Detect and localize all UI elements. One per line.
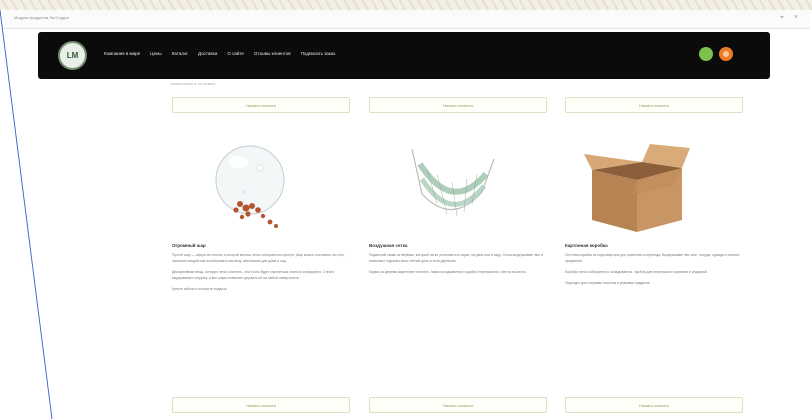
card-paragraph: Пустой шар — сфера из стекла, в которой …: [172, 253, 345, 263]
card-paragraph: Каркас из дерева закрепляет полотно, гам…: [369, 270, 527, 274]
card-button[interactable]: Нажать клиента: [172, 397, 350, 413]
nav-item[interactable]: Каталог: [172, 51, 188, 56]
glass-sphere-image: [215, 145, 285, 228]
top-decorative-strip: [0, 0, 812, 10]
orange-user-icon[interactable]: [719, 47, 733, 61]
cardboard-box-image: [584, 144, 690, 232]
card-description: Подвесной гамак из верёвки, который легк…: [369, 252, 549, 280]
card-button[interactable]: Нажать клиента: [369, 97, 547, 113]
card-paragraph: Подвесной гамак из верёвки, который легк…: [369, 253, 543, 263]
browser-title: Модуль продуктов Ли-Студио: [14, 15, 69, 20]
hammock-image: [411, 148, 495, 217]
site-logo[interactable]: LM: [58, 41, 87, 70]
card-description: Пустой шар — сфера из стекла, в которой …: [172, 252, 352, 297]
nav-item[interactable]: Цены: [150, 51, 162, 56]
card-button[interactable]: Нажать клиента: [565, 97, 743, 113]
nav-item[interactable]: Отзывы клиентов: [254, 51, 291, 56]
card-paragraph: Плотная коробка из гофрокартона для хран…: [565, 253, 740, 263]
nav-item[interactable]: Компания в мире: [104, 51, 140, 56]
nav-item[interactable]: Подписать заказ: [301, 51, 336, 56]
browser-title-bar: Модуль продуктов Ли-Студио ⌖ ×: [4, 10, 810, 29]
card-title: Картонная коробка: [565, 243, 608, 248]
logo-text: LM: [66, 51, 79, 60]
cutoff-text: можно клиент в тот момент.: [171, 82, 217, 86]
card-title: Огромный шар: [172, 243, 206, 248]
card-paragraph: Подходит для отправки посылок и упаковки…: [565, 281, 651, 285]
green-status-icon[interactable]: [699, 47, 713, 61]
card-title: Воздушная сетка: [369, 243, 408, 248]
main-navbar: LM Компания в мире Цены Каталог Доставка…: [38, 32, 770, 79]
card-description: Плотная коробка из гофрокартона для хран…: [565, 252, 745, 291]
card-paragraph: Купите сейчас и получите подарок.: [172, 287, 228, 291]
card-paragraph: Коробка легко собирается и складывается.…: [565, 270, 708, 274]
nav-item[interactable]: О сайте: [227, 51, 244, 56]
pin-icon[interactable]: ⌖: [780, 13, 784, 23]
nav-menu: Компания в мире Цены Каталог Доставка О …: [104, 51, 335, 56]
card-paragraph: Декоративная вещь, которую легко очистит…: [172, 270, 335, 280]
close-icon[interactable]: ×: [794, 13, 798, 23]
nav-item[interactable]: Доставка: [198, 51, 217, 56]
card-button[interactable]: Нажать клиента: [172, 97, 350, 113]
card-button[interactable]: Нажать клиента: [369, 397, 547, 413]
card-button[interactable]: Нажать клиента: [565, 397, 743, 413]
